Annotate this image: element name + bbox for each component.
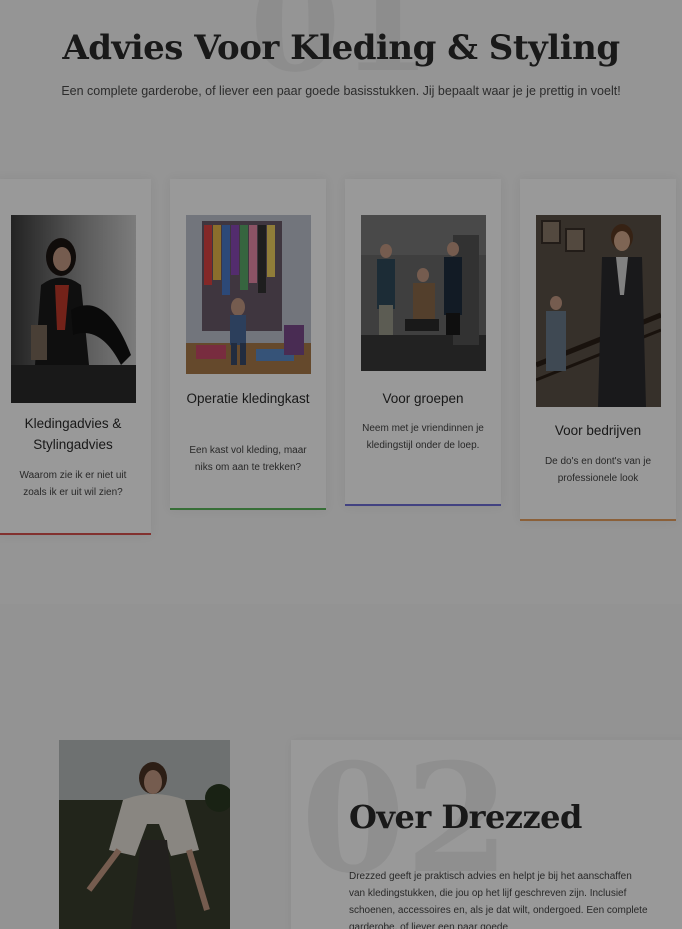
page: 01 Advies Voor Kleding & Styling Een com… <box>0 0 682 929</box>
card-title: Operatie kledingkast <box>186 391 310 406</box>
card-title: Kledingadvies & Stylingadvies <box>24 416 122 452</box>
card-description: Een kast vol kleding, maar niks om aan t… <box>189 445 307 473</box>
card-description: Neem met je vriendinnen je kledingstijl … <box>362 423 484 451</box>
card-description: Waarom zie ik er niet uit zoals ik er ui… <box>19 470 127 498</box>
section-title: Advies Voor Kleding & Styling <box>62 28 620 68</box>
card-title: Voor bedrijven <box>554 423 642 438</box>
about-text: Drezzed geeft je praktisch advies en hel… <box>349 871 648 929</box>
about-photo-woman-outdoors <box>59 740 230 929</box>
services-section: 01 Advies Voor Kleding & Styling Een com… <box>0 0 682 604</box>
service-card-voor-bedrijven[interactable]: Voor bedrijven De do's en dont's van je … <box>520 179 676 521</box>
service-card-operatie-kledingkast[interactable]: Operatie kledingkast Een kast vol kledin… <box>170 179 326 510</box>
section-subtitle: Een complete garderobe, of liever een pa… <box>61 84 621 98</box>
card-photo-woman-seated <box>11 215 136 403</box>
card-title: Voor groepen <box>382 391 464 406</box>
card-photo-business <box>536 215 661 407</box>
card-photo-group <box>361 215 486 371</box>
about-title: Over Drezzed <box>349 798 582 836</box>
about-card: 02 Over Drezzed Drezzed geeft je praktis… <box>291 740 682 929</box>
service-card-kledingadvies[interactable]: Kledingadvies & Stylingadvies Waarom zie… <box>0 179 151 535</box>
service-card-voor-groepen[interactable]: Voor groepen Neem met je vriendinnen je … <box>345 179 501 506</box>
card-description: De do's en dont's van je professionele l… <box>544 456 652 484</box>
card-photo-wardrobe <box>186 215 311 374</box>
